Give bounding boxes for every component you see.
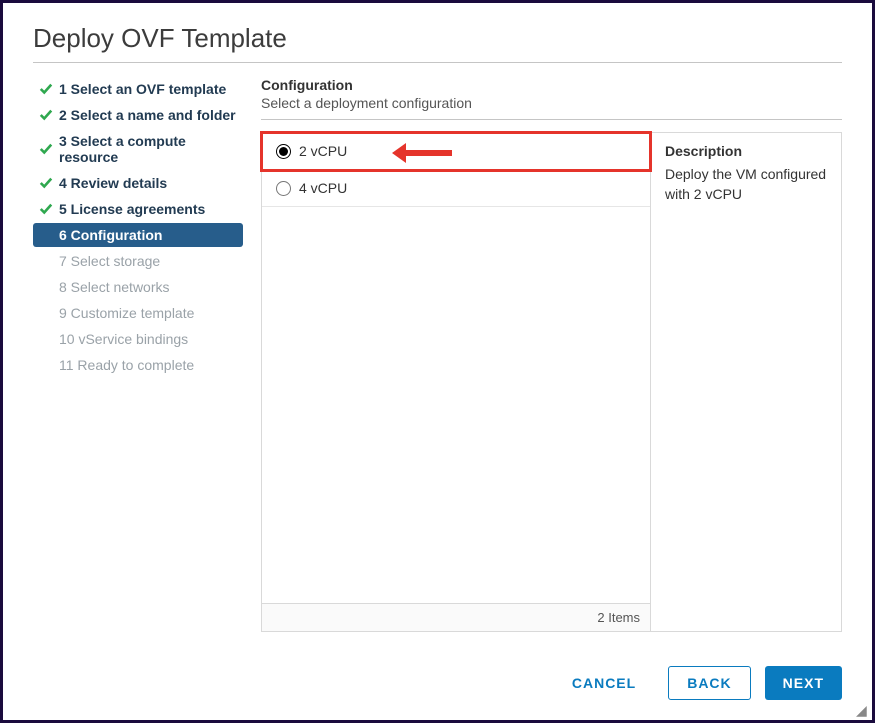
resize-grip-icon[interactable]: ◢ [856,704,868,716]
wizard-step-label: 4 Review details [59,175,167,191]
wizard-step-10: 10 vService bindings [33,327,243,351]
wizard-step-label: 8 Select networks [59,279,170,295]
items-count-footer: 2 Items [262,603,650,631]
wizard-step-9: 9 Customize template [33,301,243,325]
check-icon [37,176,55,190]
wizard-step-label: 6 Configuration [59,227,162,243]
wizard-step-label: 10 vService bindings [59,331,188,347]
section-divider [261,119,842,120]
description-panel: Description Deploy the VM configured wit… [651,133,841,631]
config-option-label: 2 vCPU [299,143,347,159]
check-icon [37,82,55,96]
annotation-arrow-icon [392,141,452,168]
wizard-step-label: 7 Select storage [59,253,160,269]
config-option-2vcpu[interactable]: 2 vCPU [262,133,650,170]
wizard-step-7: 7 Select storage [33,249,243,273]
wizard-step-2[interactable]: 2 Select a name and folder [33,103,243,127]
main-panel: Configuration Select a deployment config… [261,77,842,650]
check-icon [37,202,55,216]
wizard-step-4[interactable]: 4 Review details [33,171,243,195]
deploy-ovf-dialog: Deploy OVF Template 1 Select an OVF temp… [3,3,872,720]
config-radio-4vcpu[interactable] [276,181,291,196]
wizard-step-6[interactable]: 6 Configuration [33,223,243,247]
wizard-step-8: 8 Select networks [33,275,243,299]
section-heading: Configuration [261,77,842,93]
back-button[interactable]: BACK [668,666,750,700]
next-button[interactable]: NEXT [765,666,842,700]
dialog-content: 1 Select an OVF template 2 Select a name… [33,77,842,650]
configuration-options-list: 2 vCPU 4 vCPU 2 Items [262,133,651,631]
wizard-step-label: 5 License agreements [59,201,205,217]
config-option-label: 4 vCPU [299,180,347,196]
description-heading: Description [665,143,827,159]
wizard-step-label: 11 Ready to complete [59,357,194,373]
dialog-title: Deploy OVF Template [33,23,842,54]
wizard-step-1[interactable]: 1 Select an OVF template [33,77,243,101]
cancel-button[interactable]: CANCEL [554,666,654,700]
config-option-4vcpu[interactable]: 4 vCPU [262,170,650,207]
config-radio-2vcpu[interactable] [276,144,291,159]
wizard-step-label: 3 Select a compute resource [59,133,237,165]
wizard-step-3[interactable]: 3 Select a compute resource [33,129,243,169]
configuration-split: 2 vCPU 4 vCPU 2 Items Description Deploy… [261,132,842,632]
dialog-footer: CANCEL BACK NEXT [33,650,842,700]
check-icon [37,142,55,156]
wizard-step-label: 9 Customize template [59,305,194,321]
wizard-steps-sidebar: 1 Select an OVF template 2 Select a name… [33,77,243,650]
title-divider [33,62,842,63]
wizard-step-label: 1 Select an OVF template [59,81,226,97]
check-icon [37,108,55,122]
wizard-step-5[interactable]: 5 License agreements [33,197,243,221]
wizard-step-label: 2 Select a name and folder [59,107,236,123]
wizard-step-11: 11 Ready to complete [33,353,243,377]
section-subheading: Select a deployment configuration [261,95,842,111]
description-text: Deploy the VM configured with 2 vCPU [665,165,827,204]
